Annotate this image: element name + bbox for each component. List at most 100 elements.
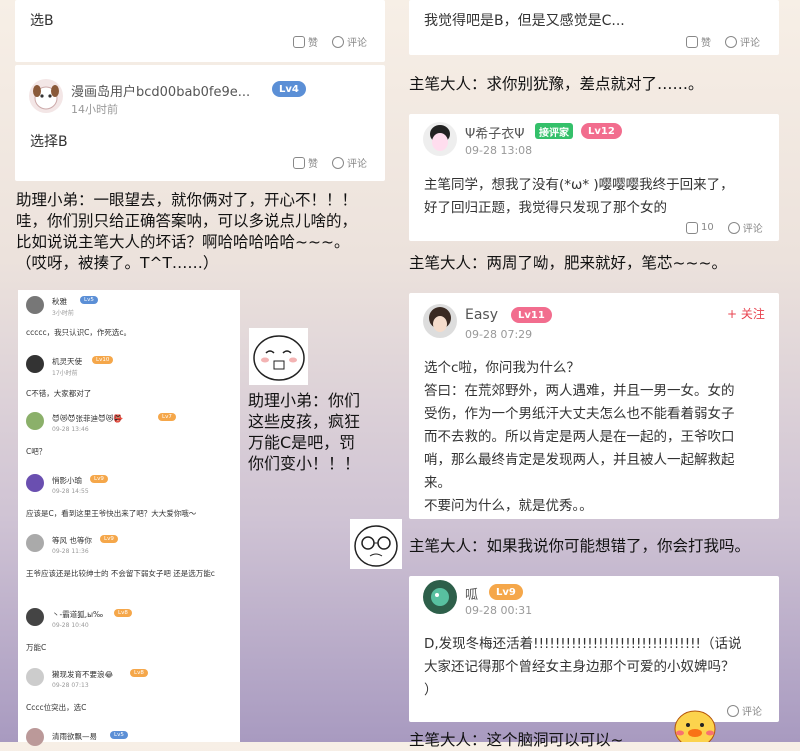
- comment-text: 选个c啦，你问我为什么？ 答曰：在荒郊野外，两人遇难，并且一男一女。女的 受伤，…: [424, 360, 735, 514]
- avatar: [26, 668, 44, 686]
- comment-card-right-4: 呱 Lv9 09-28 00:31 D,发现冬梅还活着!!!!!!!!!!!!!…: [409, 576, 779, 722]
- glasses-face-icon: [354, 525, 398, 567]
- username: 悄影小瑜: [52, 476, 82, 485]
- avatar: [26, 296, 44, 314]
- comment-text: Cccc位突出，选C: [26, 703, 87, 712]
- timestamp: 09-28 07:29: [465, 328, 533, 341]
- sticker-glasses-face: [350, 519, 402, 569]
- like-button[interactable]: 赞: [293, 155, 318, 170]
- timestamp: 09-28 13:46: [52, 426, 89, 433]
- username: 清雨欲飘—易: [52, 732, 97, 741]
- level-badge: Lv5: [80, 296, 98, 304]
- comment-text: 我觉得吧是B，但是又感觉是C...: [424, 13, 625, 29]
- comment-text: C吧？: [26, 447, 47, 456]
- comment-actions: 赞 评论: [686, 34, 760, 49]
- level-badge: Lv10: [92, 356, 114, 364]
- bun-face-icon: [253, 335, 305, 381]
- comment-text: D,发现冬梅还活着!!!!!!!!!!!!!!!!!!!!!!!!!!!!!!!…: [424, 636, 742, 698]
- comment-icon: [332, 156, 344, 169]
- avatar: [26, 534, 44, 552]
- timestamp: 09-28 13:08: [465, 144, 533, 157]
- comment-actions: 赞 评论: [293, 155, 367, 170]
- like-button[interactable]: 赞: [293, 34, 318, 49]
- like-button[interactable]: 10: [686, 220, 714, 235]
- avatar[interactable]: [29, 79, 63, 113]
- user-avatar-icon: [431, 588, 449, 606]
- level-badge: Lv11: [511, 307, 552, 323]
- level-badge: Lv9: [489, 584, 523, 600]
- comment-icon: [727, 704, 739, 717]
- embedded-comments-screenshot: 秋雅 Lv5 3小时前 ccccc，我只认识C，作死选c。 机灵天使 Lv10 …: [18, 290, 240, 746]
- timestamp: 3小时前: [52, 310, 74, 317]
- comment-actions: 10 评论: [686, 220, 763, 235]
- narration-author-2: 主笔大人：两周了呦，肥来就好，笔芯~~~。: [409, 254, 727, 272]
- level-badge: Lv12: [581, 123, 622, 139]
- comment-card-right-3: Easy Lv11 + 关注 09-28 07:29 选个c啦，你问我为什么？ …: [409, 293, 779, 519]
- narration-author-3: 主笔大人：如果我说你可能想错了，你会打我吗。: [409, 537, 751, 555]
- comment-card-right-1: 我觉得吧是B，但是又感觉是C... 赞 评论: [409, 0, 779, 55]
- avatar: [26, 474, 44, 492]
- comment-actions: 评论: [727, 703, 762, 718]
- comment-text: 主笔同学，想我了没有(*ω* )嘤嘤嘤我终于回来了， 好了回归正题，我觉得只发现…: [424, 177, 734, 216]
- comment-button[interactable]: 评论: [727, 703, 762, 718]
- avatar[interactable]: [423, 304, 457, 338]
- level-badge: Lv9: [100, 535, 118, 543]
- tag-badge: 接评家: [535, 123, 573, 139]
- comment-card-left-1: 选B 赞 评论: [15, 0, 385, 62]
- timestamp: 09-28 07:13: [52, 682, 89, 689]
- username: 獭现发育不要浪😂: [52, 670, 114, 679]
- comment-button[interactable]: 评论: [725, 34, 760, 49]
- username[interactable]: 漫画岛用户bcd00bab0fe9e...: [71, 81, 250, 100]
- username: 等风 也等你: [52, 536, 92, 545]
- like-button[interactable]: 赞: [686, 34, 711, 49]
- avatar[interactable]: [423, 580, 457, 614]
- narration-author-4: 主笔大人：这个脑洞可以可以~: [409, 731, 624, 749]
- timestamp: 09-28 14:55: [52, 488, 89, 495]
- timestamp: 17小时前: [52, 370, 78, 377]
- comment-icon: [332, 35, 344, 48]
- comment-text: 万能C: [26, 643, 47, 652]
- username[interactable]: Easy: [465, 307, 498, 323]
- avatar[interactable]: [423, 122, 457, 156]
- thumbs-up-icon: [686, 35, 698, 48]
- narration-assistant-2: 助理小弟：你们 这些皮孩，疯狂 万能C是吧，罚 你们变小！！！: [248, 391, 361, 473]
- sticker-duck: [670, 705, 720, 748]
- comment-text: 选择B: [30, 134, 68, 150]
- level-badge: Lv7: [158, 413, 176, 421]
- level-badge: Lv4: [272, 81, 306, 97]
- thumbs-up-icon: [293, 35, 305, 48]
- comment-text: 选B: [30, 13, 54, 29]
- level-badge: Lv9: [90, 475, 108, 483]
- timestamp: 09-28 11:36: [52, 548, 89, 555]
- comment-button[interactable]: 评论: [727, 220, 763, 235]
- username[interactable]: Ψ希子衣Ψ: [465, 123, 524, 142]
- sticker-bun-face: [249, 328, 308, 385]
- comment-icon: [727, 221, 740, 234]
- comment-text: 王爷应该还是比较绅士的 不会留下弱女子吧 还是选万能c: [26, 569, 215, 578]
- avatar: [26, 608, 44, 626]
- timestamp: 09-28 10:40: [52, 622, 89, 629]
- follow-button[interactable]: + 关注: [727, 305, 765, 322]
- level-badge: Lv8: [114, 609, 132, 617]
- comment-actions: 赞 评论: [293, 34, 367, 49]
- timestamp: 14小时前: [71, 103, 118, 116]
- user-avatar-icon: [430, 125, 450, 151]
- dog-avatar-icon: [33, 85, 59, 110]
- duck-icon: [674, 710, 716, 748]
- username[interactable]: 呱: [465, 584, 478, 603]
- level-badge: Lv5: [110, 731, 128, 739]
- username: 😈😻😈张菲迪😈😻👺: [52, 414, 123, 423]
- comment-card-right-2: Ψ希子衣Ψ 接评家 Lv12 09-28 13:08 主笔同学，想我了没有(*ω…: [409, 114, 779, 241]
- comment-button[interactable]: 评论: [332, 155, 367, 170]
- thumbs-up-icon: [686, 221, 698, 234]
- username: 机灵天使: [52, 357, 82, 366]
- timestamp: 09-28 00:31: [465, 604, 533, 617]
- comment-button[interactable]: 评论: [332, 34, 367, 49]
- narration-assistant: 助理小弟：一眼望去，就你俩对了，开心不！！！ 哇，你们别只给正确答案呐，可以多说…: [16, 191, 358, 272]
- comment-text: C不错，大家都对了: [26, 389, 92, 398]
- comment-text: ccccc，我只认识C，作死选c。: [26, 328, 131, 337]
- level-badge: Lv8: [130, 669, 148, 677]
- comment-card-left-2: 漫画岛用户bcd00bab0fe9e... Lv4 14小时前 选择B 赞 评论: [15, 65, 385, 181]
- comment-icon: [725, 35, 737, 48]
- comment-text: 应该是C，看到这里王爷快出来了吧？大大爱你哦～: [26, 509, 197, 518]
